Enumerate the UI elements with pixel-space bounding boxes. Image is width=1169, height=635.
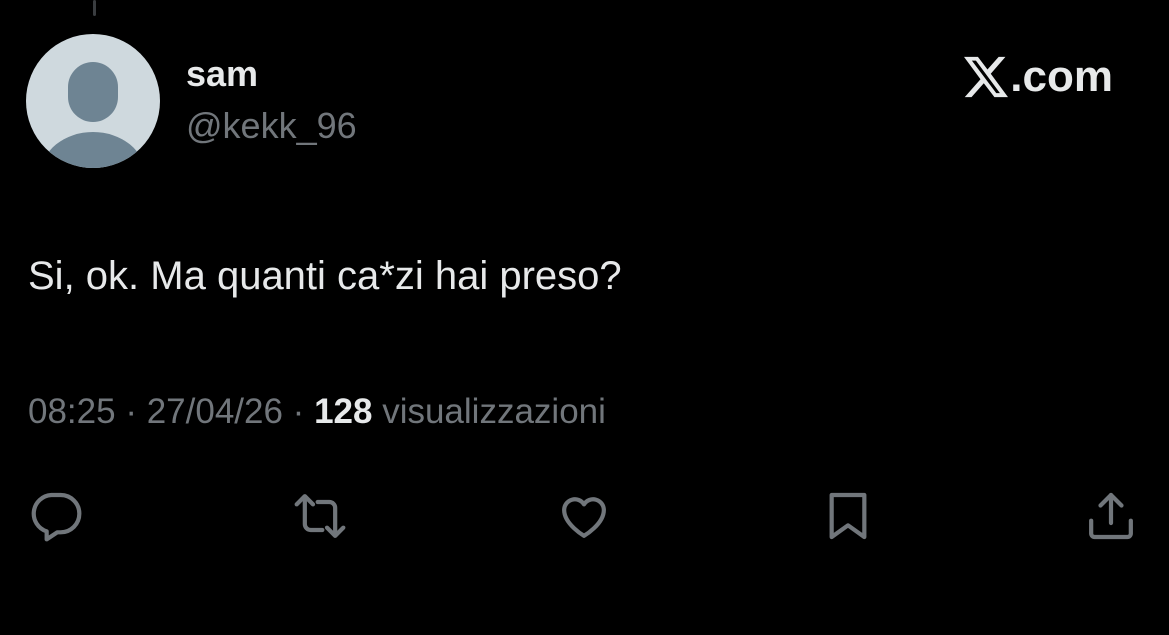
meta-separator: · bbox=[115, 392, 147, 431]
tweet-meta: 08:25 · 27/04/26 · 128 visualizzazioni bbox=[28, 388, 606, 436]
share-icon bbox=[1089, 492, 1133, 540]
x-logo-icon bbox=[964, 56, 1009, 98]
author-block: sam @kekk_96 bbox=[186, 52, 357, 148]
reply-button[interactable] bbox=[28, 488, 84, 544]
tweet-date[interactable]: 27/04/26 bbox=[147, 392, 283, 431]
like-button[interactable] bbox=[556, 488, 612, 544]
thread-connector-line bbox=[93, 0, 96, 16]
avatar[interactable] bbox=[26, 34, 160, 168]
author-name[interactable]: sam bbox=[186, 52, 357, 96]
bookmark-button[interactable] bbox=[820, 488, 876, 544]
tweet-time[interactable]: 08:25 bbox=[28, 392, 116, 431]
views-label: visualizzazioni bbox=[372, 392, 606, 431]
author-handle[interactable]: @kekk_96 bbox=[186, 104, 357, 148]
bookmark-icon bbox=[829, 492, 867, 540]
reply-icon bbox=[31, 492, 82, 542]
views-count: 128 bbox=[314, 392, 373, 431]
meta-separator: · bbox=[282, 392, 315, 431]
tweet-text: Si, ok. Ma quanti ca*zi hai preso? bbox=[28, 254, 622, 298]
default-avatar-icon bbox=[41, 62, 145, 168]
repost-icon bbox=[294, 494, 346, 538]
heart-icon bbox=[562, 497, 606, 538]
x-com-text: .com bbox=[1010, 52, 1113, 101]
x-com-logo: .com bbox=[964, 52, 1113, 102]
repost-button[interactable] bbox=[292, 488, 348, 544]
share-button[interactable] bbox=[1083, 488, 1139, 544]
